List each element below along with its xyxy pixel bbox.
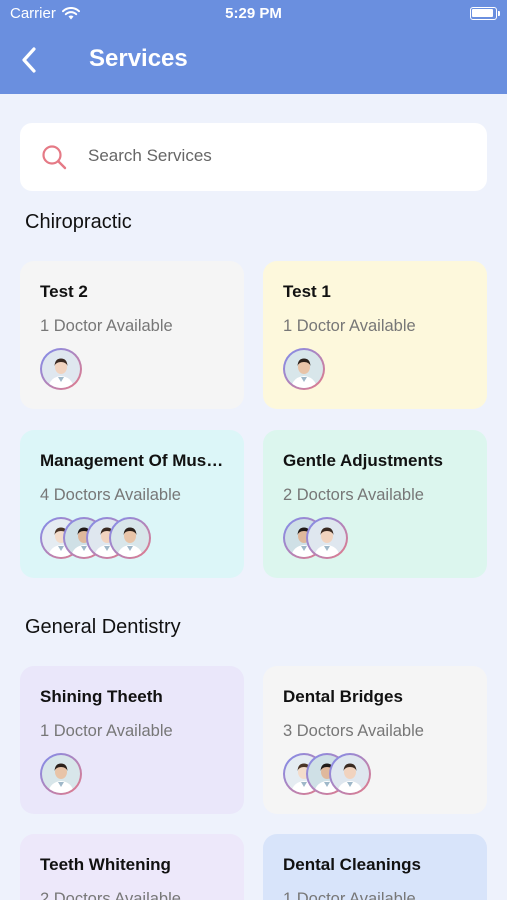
- search-icon: [42, 145, 67, 170]
- service-name: Management Of Mus…: [40, 451, 224, 470]
- doctor-availability: 3 Doctors Available: [283, 722, 424, 740]
- service-card-dental-cleanings[interactable]: Dental Cleanings 1 Doctor Available: [263, 834, 487, 900]
- service-card-teeth-whitening[interactable]: Teeth Whitening 2 Doctors Available: [20, 834, 244, 900]
- doctor-avatar: [109, 517, 151, 559]
- service-card-dental-bridges[interactable]: Dental Bridges 3 Doctors Available: [263, 666, 487, 814]
- service-name: Dental Bridges: [283, 687, 403, 706]
- chevron-left-icon: [22, 47, 36, 73]
- doctor-availability: 1 Doctor Available: [40, 317, 173, 335]
- battery-icon: [470, 7, 500, 20]
- service-name: Dental Cleanings: [283, 855, 421, 874]
- service-name: Test 1: [283, 282, 331, 301]
- doctor-availability: 1 Doctor Available: [283, 890, 416, 900]
- status-time: 5:29 PM: [225, 5, 282, 22]
- search-input[interactable]: [88, 146, 448, 166]
- doctor-availability: 1 Doctor Available: [283, 317, 416, 335]
- doctor-avatar: [329, 753, 371, 795]
- doctor-availability: 1 Doctor Available: [40, 722, 173, 740]
- service-card-shining-theeth[interactable]: Shining Theeth 1 Doctor Available: [20, 666, 244, 814]
- service-name: Test 2: [40, 282, 88, 301]
- doctor-avatar: [40, 753, 82, 795]
- section-title-chiropractic: Chiropractic: [25, 211, 132, 233]
- doctor-avatar: [40, 348, 82, 390]
- service-card-management[interactable]: Management Of Mus… 4 Doctors Available: [20, 430, 244, 578]
- service-card-gentle-adjustments[interactable]: Gentle Adjustments 2 Doctors Available: [263, 430, 487, 578]
- doctor-availability: 4 Doctors Available: [40, 486, 181, 504]
- service-name: Teeth Whitening: [40, 855, 171, 874]
- service-card-test-2[interactable]: Test 2 1 Doctor Available: [20, 261, 244, 409]
- page-title: Services: [89, 45, 188, 72]
- status-bar: Carrier 5:29 PM: [0, 0, 507, 28]
- doctor-availability: 2 Doctors Available: [40, 890, 181, 900]
- service-card-test-1[interactable]: Test 1 1 Doctor Available: [263, 261, 487, 409]
- doctor-availability: 2 Doctors Available: [283, 486, 424, 504]
- doctor-avatar: [306, 517, 348, 559]
- doctor-avatar: [283, 348, 325, 390]
- back-button[interactable]: [14, 44, 44, 76]
- service-name: Gentle Adjustments: [283, 451, 443, 470]
- service-name: Shining Theeth: [40, 687, 163, 706]
- app-header: Carrier 5:29 PM Services: [0, 0, 507, 94]
- section-title-general-dentistry: General Dentistry: [25, 616, 181, 638]
